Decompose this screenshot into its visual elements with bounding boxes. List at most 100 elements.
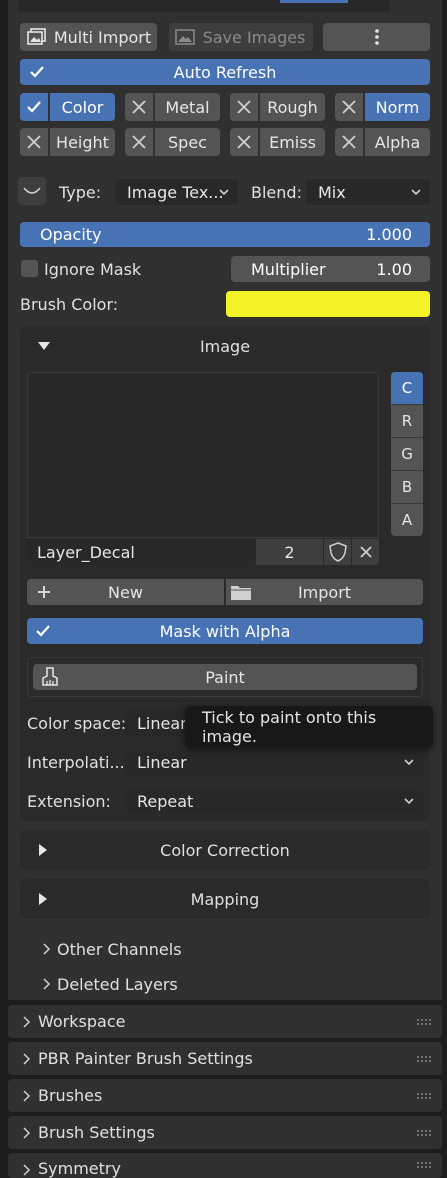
multiplier-field[interactable]: Multiplier 1.00 [231,256,430,282]
channel-spec-label: Spec [168,132,207,152]
drag-grip-icon[interactable] [416,1161,432,1169]
other-channels-label: Other Channels [57,940,182,959]
chevron-down-icon [411,189,421,196]
channel-norm-checkbox[interactable] [335,93,363,121]
brush-color-swatch[interactable] [226,291,430,317]
color-correction-title: Color Correction [160,841,290,860]
import-image-button[interactable]: Import [226,579,423,605]
channel-spec-toggle[interactable]: Spec [125,128,220,156]
channel-color-checkbox[interactable] [20,93,48,121]
channel-color-button[interactable]: Color [50,93,115,121]
interpolation-dropdown[interactable]: Linear [125,749,423,775]
channel-c-label: C [401,379,413,397]
opacity-slider[interactable]: Opacity 1.000 [20,222,430,247]
channel-b-button[interactable]: B [391,471,423,503]
save-images-button[interactable]: Save Images [169,23,313,51]
drag-grip-icon[interactable] [416,1129,432,1137]
channel-metal-label: Metal [165,97,210,117]
plus-icon [38,586,50,598]
import-image-label: Import [297,582,352,602]
drag-grip-icon[interactable] [416,1092,432,1100]
channel-r-button[interactable]: R [391,405,423,437]
section-brush-settings[interactable]: Brush Settings [8,1116,442,1149]
close-icon [27,135,41,149]
new-image-label: New [108,582,143,602]
multi-import-icon [27,28,46,45]
channel-emiss-button[interactable]: Emiss [260,128,325,156]
channel-spec-checkbox[interactable] [125,128,153,156]
channel-c-button[interactable]: C [391,372,423,404]
multi-import-button[interactable]: Multi Import [20,23,157,51]
channel-rough-toggle[interactable]: Rough [230,93,325,121]
chevron-down-icon [404,798,414,805]
channel-a-label: A [401,511,413,529]
multiplier-label: Multiplier [251,259,326,279]
multi-import-label: Multi Import [53,27,152,47]
channel-selector: C R G B A [391,372,423,536]
channel-height-toggle[interactable]: Height [20,128,115,156]
drag-grip-icon[interactable] [416,1055,432,1063]
close-icon [342,135,356,149]
section-workspace[interactable]: Workspace [8,1005,442,1038]
fake-user-button[interactable] [324,539,351,565]
image-users-count[interactable]: 2 [256,539,323,565]
channel-alpha-toggle[interactable]: Alpha [335,128,430,156]
channel-spec-button[interactable]: Spec [155,128,220,156]
curve-icon [23,187,41,194]
checkmark-icon [27,101,41,113]
section-brush-settings-label: Brush Settings [38,1123,155,1142]
channel-metal-checkbox[interactable] [125,93,153,121]
mapping-subpanel[interactable]: Mapping [20,879,430,919]
type-dropdown[interactable]: Image Tex... [115,179,238,205]
tree-item-deleted-layers[interactable]: Deleted Layers [40,973,240,995]
channel-color-toggle[interactable]: Color [20,93,115,121]
channel-height-button[interactable]: Height [50,128,115,156]
auto-refresh-toggle[interactable]: Auto Refresh [20,59,430,85]
type-value: Image Tex... [127,182,224,202]
image-panel-title: Image [199,337,251,356]
chevron-right-icon [23,1164,31,1176]
channel-rough-checkbox[interactable] [230,93,258,121]
channel-alpha-button[interactable]: Alpha [365,128,430,156]
mask-with-alpha-toggle[interactable]: Mask with Alpha [27,618,423,644]
channel-emiss-checkbox[interactable] [230,128,258,156]
mask-with-alpha-label: Mask with Alpha [159,621,291,641]
section-symmetry-label: Symmetry [38,1159,121,1178]
chevron-down-icon [219,189,229,196]
top-partial-button[interactable] [280,0,348,3]
more-options-button[interactable] [323,23,430,51]
opacity-value: 1.000 [366,225,412,244]
channel-norm-toggle[interactable]: Norm [335,93,430,121]
image-name-field[interactable]: Layer_Decal [27,539,255,565]
channel-norm-button[interactable]: Norm [365,93,430,121]
color-space-value: Linear [137,713,187,733]
section-pbr-label: PBR Painter Brush Settings [38,1049,253,1068]
channel-a-button[interactable]: A [391,504,423,536]
section-symmetry[interactable]: Symmetry [8,1153,442,1178]
new-image-button[interactable]: New [27,579,224,605]
paint-button[interactable]: Paint [33,664,417,690]
channel-emiss-toggle[interactable]: Emiss [230,128,325,156]
section-brushes[interactable]: Brushes [8,1079,442,1112]
channel-g-button[interactable]: G [391,438,423,470]
channel-metal-toggle[interactable]: Metal [125,93,220,121]
channel-rough-button[interactable]: Rough [260,93,325,121]
color-correction-subpanel[interactable]: Color Correction [20,830,430,870]
unlink-image-button[interactable] [352,539,379,565]
brush-color-label: Brush Color: [20,295,119,314]
mask-curve-button[interactable] [18,177,46,205]
channel-alpha-checkbox[interactable] [335,128,363,156]
drag-grip-icon[interactable] [416,1018,432,1026]
channel-height-checkbox[interactable] [20,128,48,156]
ignore-mask-checkbox[interactable] [21,260,38,277]
channel-metal-button[interactable]: Metal [155,93,220,121]
section-pbr-painter-brush-settings[interactable]: PBR Painter Brush Settings [8,1042,442,1075]
brush-icon [42,667,58,686]
image-panel-header[interactable]: Image [20,328,430,362]
tree-item-other-channels[interactable]: Other Channels [40,938,240,960]
interpolation-value: Linear [137,752,187,772]
extension-dropdown[interactable]: Repeat [125,788,423,814]
blend-dropdown[interactable]: Mix [306,179,430,205]
folder-icon [231,586,251,600]
color-space-label: Color space: [27,714,127,733]
